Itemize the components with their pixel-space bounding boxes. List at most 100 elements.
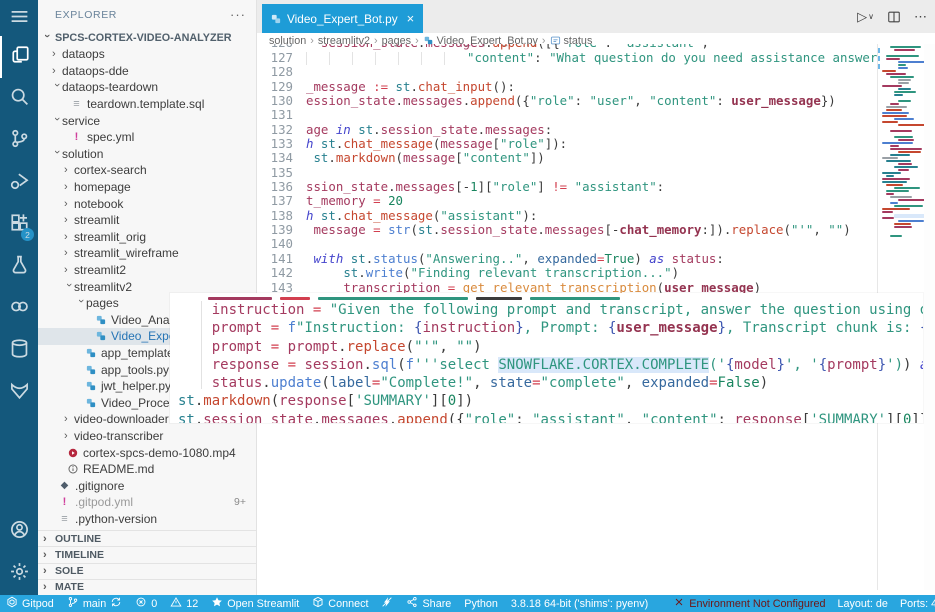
tree-item--gitignore[interactable]: ◆.gitignore <box>38 477 256 494</box>
activitybar-item[interactable] <box>0 372 38 414</box>
minimap-line <box>882 217 894 219</box>
statusbar-label: Gitpod <box>22 598 54 610</box>
sidebar-panel-mate[interactable]: ›MATE <box>38 579 256 595</box>
activitybar-item[interactable] <box>0 330 38 372</box>
activitybar-item[interactable]: 2 <box>0 204 38 246</box>
tree-item-dataops-teardown[interactable]: ›dataops-teardown <box>38 79 256 96</box>
code-line-128[interactable]: 128 <box>257 65 877 79</box>
tree-item-video-transcriber[interactable]: ›video-transcriber <box>38 428 256 445</box>
line-number: 141 <box>257 252 293 266</box>
tree-root-folder[interactable]: › SPCS-CORTEX-VIDEO-ANALYZER <box>38 29 256 46</box>
chevron-right-icon: › <box>43 549 53 561</box>
minimap-line <box>898 88 911 90</box>
code-line-137[interactable]: 137t_memory = 20 <box>257 194 877 208</box>
split-editor-button[interactable] <box>887 10 901 24</box>
activitybar-item[interactable] <box>0 246 38 288</box>
tree-item-solution[interactable]: ›solution <box>38 146 256 163</box>
statusbar-item-connect[interactable]: Connect <box>312 596 368 611</box>
tree-item-streamlit[interactable]: ›streamlit <box>38 212 256 229</box>
tree-item-homepage[interactable]: ›homepage <box>38 179 256 196</box>
code-line-142[interactable]: 142 st.write("Finding relevant transcrip… <box>257 266 877 280</box>
statusbar-item-0[interactable]: 0 <box>135 596 157 611</box>
statusbar-item-ports-46319[interactable]: Ports: 46319 <box>900 598 935 610</box>
sidebar-more-actions-icon[interactable]: ··· <box>230 7 246 22</box>
run-button[interactable]: ▷∨ <box>857 9 874 25</box>
code-line-138[interactable]: 138h st.chat_message("assistant"): <box>257 209 877 223</box>
tree-item-streamlit2[interactable]: ›streamlit2 <box>38 262 256 279</box>
tree-item-label: service <box>62 114 100 128</box>
statusbar-item-python[interactable]: Python <box>464 598 498 610</box>
tree-item--gitpod-yml[interactable]: !.gitpod.yml9+ <box>38 494 256 511</box>
code-line-130[interactable]: 130ession_state.messages.append({"role":… <box>257 94 877 108</box>
tree-item-label: .gitpod.yml <box>75 495 133 509</box>
sidebar-panel-sole[interactable]: ›SOLE <box>38 563 256 579</box>
activitybar-item[interactable] <box>0 288 38 330</box>
code-line-134[interactable]: 134 st.markdown(message["content"]) <box>257 151 877 165</box>
editor-scrollbar[interactable] <box>924 44 935 590</box>
code-line-133[interactable]: 133h st.chat_message(message["role"]): <box>257 137 877 151</box>
tree-item-service[interactable]: ›service <box>38 112 256 129</box>
line-number: 131 <box>257 108 293 122</box>
code-area[interactable]: 126 session_state.messages.append([{"rol… <box>257 44 877 295</box>
statusbar-item-environment-not-configured[interactable]: Environment Not Configured <box>673 596 825 611</box>
tree-item--python-version[interactable]: ≡.python-version <box>38 511 256 528</box>
code-line-126[interactable]: 126 session_state.messages.append([{"rol… <box>257 44 877 50</box>
statusbar-item-share[interactable]: Share <box>406 596 451 611</box>
magnified-code-line-4: response = session.sql(f'''select SNOWFL… <box>178 356 923 374</box>
chevron-right-icon: › <box>64 164 74 176</box>
statusbar-item-gitpod[interactable]: Gitpod <box>6 596 54 611</box>
code-line-131[interactable]: 131 <box>257 108 877 122</box>
statusbar-item-main[interactable]: main <box>67 596 122 611</box>
test-flask-icon <box>9 254 30 280</box>
statusbar-item-3-8-18-64-bit-shims-pyenv[interactable]: 3.8.18 64-bit ('shims': pyenv) <box>511 598 648 610</box>
activitybar-item[interactable] <box>0 553 38 595</box>
close-icon[interactable]: × <box>407 11 415 26</box>
statusbar-item-12[interactable]: 12 <box>170 596 198 611</box>
tree-item-label: solution <box>62 147 103 161</box>
sidebar-panel-outline[interactable]: ›OUTLINE <box>38 530 256 546</box>
activitybar-item[interactable] <box>0 162 38 204</box>
code-line-129[interactable]: 129_message := st.chat_input(): <box>257 80 877 94</box>
statusbar-item-zap-slash-icon[interactable] <box>381 596 393 611</box>
code-line-140[interactable]: 140 <box>257 237 877 251</box>
indent-guide <box>306 52 329 65</box>
code-line-141[interactable]: 141 with st.status("Answering..", expand… <box>257 252 877 266</box>
tree-item-streamlit-wireframe[interactable]: ›streamlit_wireframe <box>38 245 256 262</box>
minimap-line <box>894 49 915 51</box>
activitybar-item[interactable] <box>0 78 38 120</box>
indent-guide <box>201 301 202 389</box>
statusbar-item-open-streamlit[interactable]: Open Streamlit <box>211 596 299 611</box>
statusbar-item-layout-de[interactable]: Layout: de <box>838 598 888 610</box>
minimap-line <box>886 190 909 192</box>
code-line-139[interactable]: 139 message = str(st.session_state.messa… <box>257 223 877 237</box>
minimap-line <box>898 139 914 141</box>
tree-item-notebook[interactable]: ›notebook <box>38 195 256 212</box>
tab-video-expert-bot[interactable]: Video_Expert_Bot.py × <box>262 4 423 33</box>
code-line-135[interactable]: 135 <box>257 166 877 180</box>
code-line-127[interactable]: 127"content": "What question do you need… <box>257 51 877 65</box>
statusbar-label: Python <box>464 598 498 610</box>
shield-chevron-icon <box>9 380 30 406</box>
python-file-icon <box>270 13 282 25</box>
tree-item-streamlit-orig[interactable]: ›streamlit_orig <box>38 229 256 246</box>
tree-item-dataops-dde[interactable]: ›dataops-dde <box>38 63 256 80</box>
sidebar-title: EXPLORER <box>55 9 117 21</box>
minimap-line <box>886 175 894 177</box>
statusbar-label: Share <box>422 598 451 610</box>
tree-item-cortex-spcs-demo-1080-mp4[interactable]: cortex-spcs-demo-1080.mp4 <box>38 444 256 461</box>
sidebar-panel-timeline[interactable]: ›TIMELINE <box>38 546 256 562</box>
activitybar-item[interactable] <box>0 511 38 553</box>
code-line-132[interactable]: 132age in st.session_state.messages: <box>257 123 877 137</box>
chevron-down-icon: › <box>63 283 75 293</box>
activitybar-item-explorer[interactable] <box>0 36 38 78</box>
tree-item-cortex-search[interactable]: ›cortex-search <box>38 162 256 179</box>
tree-item-dataops[interactable]: ›dataops <box>38 46 256 63</box>
tree-item-teardown-template-sql[interactable]: ≡teardown.template.sql <box>38 96 256 113</box>
tree-item-spec-yml[interactable]: !spec.yml <box>38 129 256 146</box>
activitybar-item[interactable] <box>0 2 38 36</box>
minimap-line <box>886 106 907 108</box>
code-line-136[interactable]: 136ssion_state.messages[-1]["role"] != "… <box>257 180 877 194</box>
activitybar-item[interactable] <box>0 120 38 162</box>
tree-item-readme-md[interactable]: README.md <box>38 461 256 478</box>
more-actions-icon[interactable]: ⋯ <box>914 9 927 25</box>
